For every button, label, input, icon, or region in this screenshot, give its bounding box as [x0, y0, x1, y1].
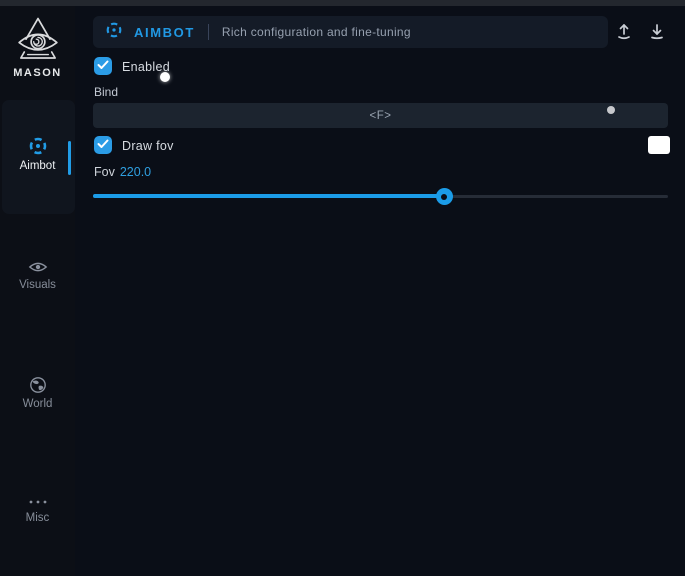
brand-logo: MASON	[0, 16, 75, 79]
slider-handle[interactable]	[436, 188, 453, 205]
checkmark-icon	[97, 57, 109, 75]
enabled-checkbox[interactable]	[94, 57, 112, 75]
mouse-cursor-dot	[160, 72, 170, 82]
sidebar-item-visuals[interactable]: Visuals	[0, 259, 75, 291]
ellipsis-icon	[0, 496, 75, 508]
sidebar-item-label: Visuals	[0, 279, 75, 291]
brand-name: MASON	[0, 67, 75, 79]
slider-fill	[93, 194, 444, 198]
bind-input[interactable]: <F>	[93, 103, 668, 128]
crosshair-icon	[0, 136, 75, 156]
section-header: AIMBOT Rich configuration and fine-tunin…	[93, 16, 608, 48]
download-config-button[interactable]	[646, 21, 668, 43]
sidebar-item-aimbot[interactable]: Aimbot	[0, 136, 75, 172]
upload-icon	[614, 29, 634, 44]
bind-label: Bind	[94, 85, 118, 99]
header-divider	[208, 24, 209, 40]
sidebar-item-world[interactable]: World	[0, 376, 75, 410]
draw-fov-checkbox[interactable]	[94, 136, 112, 154]
eye-icon	[0, 259, 75, 275]
main-content: AIMBOT Rich configuration and fine-tunin…	[75, 6, 685, 576]
indicator-dot	[607, 106, 615, 114]
fov-color-swatch[interactable]	[648, 136, 670, 154]
upload-config-button[interactable]	[613, 21, 635, 43]
draw-fov-label: Draw fov	[122, 139, 174, 153]
download-icon	[647, 29, 667, 44]
sidebar-item-label: Aimbot	[0, 160, 75, 172]
fov-value: 220.0	[120, 165, 151, 179]
fov-slider[interactable]	[93, 187, 668, 205]
checkmark-icon	[97, 136, 109, 154]
crosshair-icon	[105, 21, 123, 44]
sidebar: MASON Aimbot Visuals	[0, 6, 75, 576]
page-title: AIMBOT	[134, 25, 195, 40]
mason-eye-pyramid-icon	[0, 16, 75, 64]
fov-caption: Fov 220.0	[94, 165, 151, 179]
sidebar-item-label: Misc	[0, 512, 75, 524]
fov-label: Fov	[94, 165, 115, 179]
globe-icon	[0, 376, 75, 394]
sidebar-item-label: World	[0, 398, 75, 410]
sidebar-item-misc[interactable]: Misc	[0, 496, 75, 524]
page-subtitle: Rich configuration and fine-tuning	[222, 25, 411, 39]
